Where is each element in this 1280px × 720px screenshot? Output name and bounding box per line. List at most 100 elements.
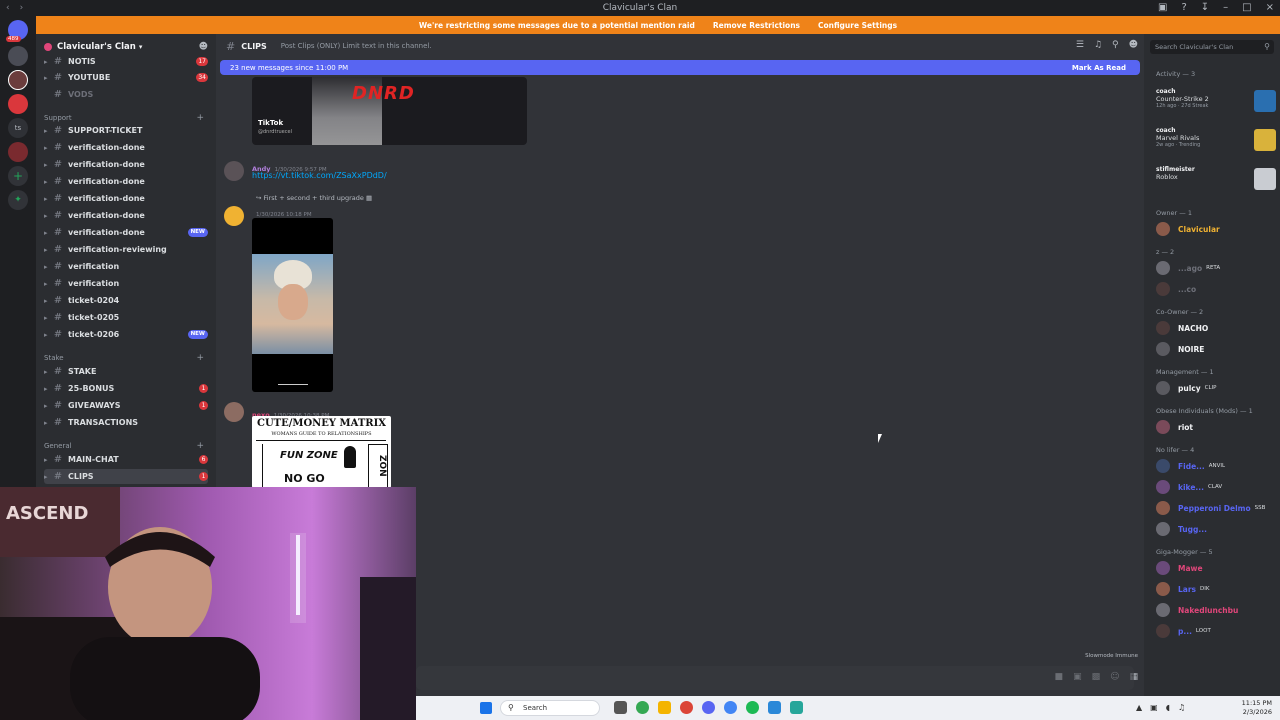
remove-restrictions-button[interactable]: Remove Restrictions xyxy=(713,21,800,30)
add-channel-icon[interactable]: + xyxy=(196,353,204,363)
app-icon[interactable] xyxy=(790,701,803,714)
add-channel-icon[interactable]: + xyxy=(196,113,204,123)
channel-item[interactable]: ▸ # CLIPS 1 xyxy=(44,469,208,484)
configure-settings-button[interactable]: Configure Settings xyxy=(818,21,897,30)
channel-topic[interactable]: Post Clips (ONLY) Limit text in this cha… xyxy=(281,42,432,50)
reply-preview[interactable]: ↪ First + second + third upgrade ▦ xyxy=(256,194,372,202)
category-support[interactable]: Support + xyxy=(44,113,208,123)
chrome-icon[interactable] xyxy=(636,701,649,714)
forward-icon[interactable]: › xyxy=(20,3,24,13)
channel-item[interactable]: ▸ # TRANSACTIONS xyxy=(44,415,208,430)
volume-icon[interactable]: ♫ xyxy=(1178,703,1185,712)
download-icon[interactable]: ↧ xyxy=(1201,2,1209,13)
member-item[interactable]: pulcy CLIP xyxy=(1156,380,1276,396)
spotify-icon[interactable] xyxy=(746,701,759,714)
search-placeholder: Search Clavicular's Clan xyxy=(1155,43,1234,51)
discord-icon[interactable] xyxy=(702,701,715,714)
close-icon[interactable]: × xyxy=(1266,2,1274,13)
hash-icon: # xyxy=(53,56,63,67)
category-general[interactable]: General + xyxy=(44,441,208,451)
channel-item[interactable]: ▸ # MAIN-CHAT 6 xyxy=(44,452,208,467)
threads-icon[interactable]: ☰ xyxy=(1076,40,1084,50)
member-item[interactable]: NOIRE xyxy=(1156,341,1276,357)
tray-icon[interactable]: ▣ xyxy=(1150,703,1158,712)
back-icon[interactable]: ‹ xyxy=(6,3,10,13)
member-item[interactable]: kike... CLAV xyxy=(1156,479,1276,495)
avatar[interactable] xyxy=(224,206,244,226)
channel-item[interactable]: ▸ # verification-reviewing xyxy=(44,242,208,257)
channel-item[interactable]: ▸ # verification-done xyxy=(44,174,208,189)
search-input[interactable]: Search Clavicular's Clan ⚲ xyxy=(1150,40,1274,54)
new-messages-bar[interactable]: 23 new messages since 11:00 PM Mark As R… xyxy=(220,60,1140,75)
server-icon-active[interactable] xyxy=(8,70,28,90)
avatar[interactable] xyxy=(224,402,244,422)
channel-item[interactable]: ▸ #25-BONUS 1 xyxy=(44,381,208,396)
help-icon[interactable]: ? xyxy=(1181,2,1186,13)
member-item[interactable]: Tugg... xyxy=(1156,521,1276,537)
message-link[interactable]: https://vt.tiktok.com/ZSaXxPDdD/ xyxy=(252,171,387,180)
channel-item[interactable]: ▸ # SUPPORT-TICKET xyxy=(44,123,208,138)
member-item[interactable]: riot xyxy=(1156,419,1276,435)
members-icon[interactable]: ☻ xyxy=(1129,40,1138,50)
avatar[interactable] xyxy=(224,161,244,181)
taskbar-clock[interactable]: 11:15 PM 2/3/2026 xyxy=(1242,699,1272,717)
tiktok-embed[interactable]: DNRD TikTok @dnrdtruecel xyxy=(252,77,527,145)
windows-start-icon[interactable] xyxy=(480,702,492,714)
member-item[interactable]: Nakedlunchbu xyxy=(1156,602,1276,618)
activity-card[interactable]: coach Counter-Strike 2 12h ago · 27d Str… xyxy=(1156,88,1276,118)
app-icon[interactable] xyxy=(768,701,781,714)
server-icon[interactable] xyxy=(8,142,28,162)
minimize-icon[interactable]: – xyxy=(1223,2,1228,13)
member-item[interactable]: Mawe xyxy=(1156,560,1276,576)
channel-notis[interactable]: ▸ # NOTIS 17 xyxy=(44,54,208,69)
video-attachment[interactable] xyxy=(252,218,333,392)
maximize-icon[interactable]: □ xyxy=(1242,2,1251,13)
channel-item[interactable]: ▸ # GIVEAWAYS 1 xyxy=(44,398,208,413)
channel-vods[interactable]: # VODS xyxy=(44,87,208,102)
meme-image[interactable]: CUTE/MONEY MATRIX WOMANS GUIDE TO RELATI… xyxy=(252,416,391,488)
activity-header: Activity — 3 xyxy=(1156,70,1196,78)
app-icon[interactable] xyxy=(680,701,693,714)
channel-item[interactable]: ▸ # ticket-0206 NEW xyxy=(44,327,208,342)
server-icon[interactable] xyxy=(8,94,28,114)
channel-item[interactable]: ▸ # verification xyxy=(44,259,208,274)
member-item[interactable]: ...co xyxy=(1156,281,1276,297)
task-view-icon[interactable] xyxy=(614,701,627,714)
tray-icon[interactable]: ▲ xyxy=(1136,703,1142,712)
channel-item[interactable]: ▸ # verification-done NEW xyxy=(44,225,208,240)
inbox-icon[interactable]: ▣ xyxy=(1158,2,1167,13)
wifi-icon[interactable]: ◖ xyxy=(1166,703,1170,712)
server-icon[interactable]: ts xyxy=(8,118,28,138)
channel-item[interactable]: ▸ # verification xyxy=(44,276,208,291)
channel-item[interactable]: ▸ # ticket-0205 xyxy=(44,310,208,325)
mark-as-read-button[interactable]: Mark As Read xyxy=(1072,64,1126,72)
activity-card[interactable]: coach Marvel Rivals 2w ago · Trending xyxy=(1156,127,1276,157)
channel-item[interactable]: ▸ # ticket-0204 xyxy=(44,293,208,308)
channel-item[interactable]: ▸ # verification-done xyxy=(44,191,208,206)
server-icon[interactable] xyxy=(8,46,28,66)
category-stake[interactable]: Stake + xyxy=(44,353,208,363)
pin-icon[interactable]: ⚲ xyxy=(1112,40,1119,50)
add-channel-icon[interactable]: + xyxy=(196,441,204,451)
member-item[interactable]: Fide... ANVIL xyxy=(1156,458,1276,474)
channel-item[interactable]: ▸ # verification-done xyxy=(44,157,208,172)
member-item[interactable]: NACHO xyxy=(1156,320,1276,336)
invite-icon[interactable]: ☻ xyxy=(199,42,208,52)
activity-card[interactable]: stiflmeister Roblox xyxy=(1156,166,1276,196)
bell-icon[interactable]: ♫ xyxy=(1094,40,1102,50)
taskbar-search[interactable]: ⚲ Search xyxy=(500,700,600,716)
file-explorer-icon[interactable] xyxy=(658,701,671,714)
channel-item[interactable]: ▸ # STAKE xyxy=(44,364,208,379)
member-item[interactable]: p... LOOT xyxy=(1156,623,1276,639)
channel-youtube[interactable]: ▸ # YOUTUBE 34 xyxy=(44,70,208,85)
member-item[interactable]: ...ago RETA xyxy=(1156,260,1276,276)
channel-item[interactable]: ▸ # verification-done xyxy=(44,208,208,223)
message-input[interactable] xyxy=(416,666,1134,690)
member-item[interactable]: Clavicular xyxy=(1156,221,1276,237)
member-item[interactable]: Pepperoni Delmo SSB xyxy=(1156,500,1276,516)
member-item[interactable]: Lars DIK xyxy=(1156,581,1276,597)
add-server-icon[interactable]: + xyxy=(8,166,28,186)
channel-item[interactable]: ▸ # verification-done xyxy=(44,140,208,155)
discover-icon[interactable]: ✦ xyxy=(8,190,28,210)
browser-icon[interactable] xyxy=(724,701,737,714)
